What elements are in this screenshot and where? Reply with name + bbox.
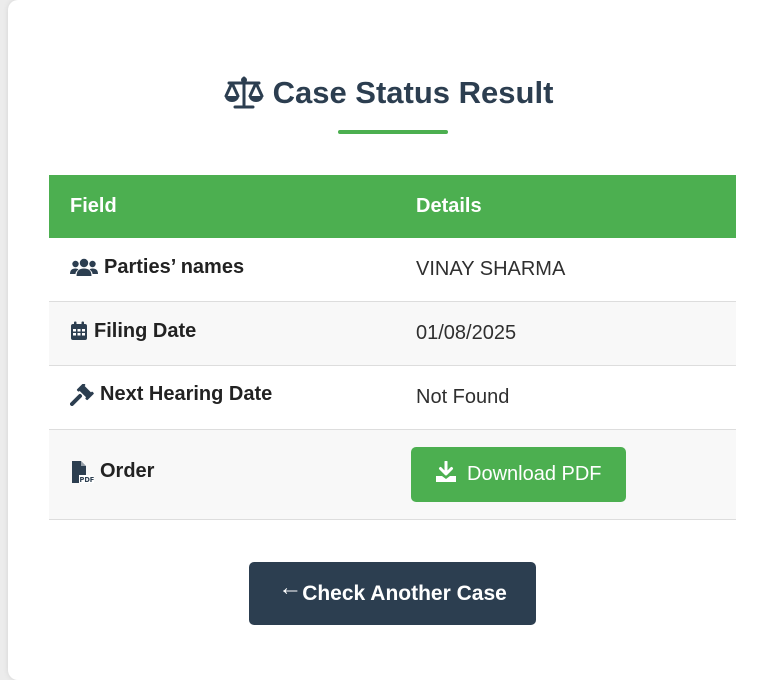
column-header-field: Field xyxy=(49,175,395,238)
calendar-icon xyxy=(70,321,88,341)
field-cell: PDF Order xyxy=(49,429,395,520)
download-icon xyxy=(435,460,457,489)
field-cell: Filing Date xyxy=(49,301,395,366)
field-label-next-hearing: Next Hearing Date xyxy=(100,383,273,406)
detail-parties: VINAY SHARMA xyxy=(395,238,736,302)
column-header-details: Details xyxy=(395,175,736,238)
table-row: Filing Date 01/08/2025 xyxy=(49,301,736,366)
download-pdf-button[interactable]: Download PDF xyxy=(411,447,626,502)
page-title-text: Case Status Result xyxy=(272,75,554,110)
svg-text:PDF: PDF xyxy=(80,476,95,484)
pdf-file-icon: PDF xyxy=(70,460,94,484)
check-another-case-button[interactable]: ← Check Another Case xyxy=(249,562,536,625)
title-underline xyxy=(338,130,448,134)
table-row: Next Hearing Date Not Found xyxy=(49,365,736,430)
detail-order: Download PDF xyxy=(395,429,736,520)
download-pdf-label: Download PDF xyxy=(467,463,602,485)
field-label-order: Order xyxy=(100,460,155,482)
header: Case Status Result xyxy=(0,70,776,116)
table-row: Parties’ names VINAY SHARMA xyxy=(49,238,736,302)
gavel-icon xyxy=(70,383,94,406)
page-title: Case Status Result xyxy=(223,70,554,116)
check-another-case-label: Check Another Case xyxy=(302,581,507,605)
table-header-row: Field Details xyxy=(49,175,736,238)
field-label-parties: Parties’ names xyxy=(104,255,245,278)
field-cell: Parties’ names xyxy=(49,238,395,302)
table-row: PDF Order Download PDF xyxy=(49,429,736,520)
scale-balance-icon xyxy=(223,75,265,111)
arrow-left-icon: ← xyxy=(278,573,303,601)
case-status-table: Field Details Parties’ names VINAY SHARM… xyxy=(49,175,736,520)
detail-next-hearing: Not Found xyxy=(395,365,736,430)
field-cell: Next Hearing Date xyxy=(49,365,395,430)
users-icon xyxy=(70,257,98,277)
field-label-filing-date: Filing Date xyxy=(94,319,197,342)
detail-filing-date: 01/08/2025 xyxy=(395,301,736,366)
